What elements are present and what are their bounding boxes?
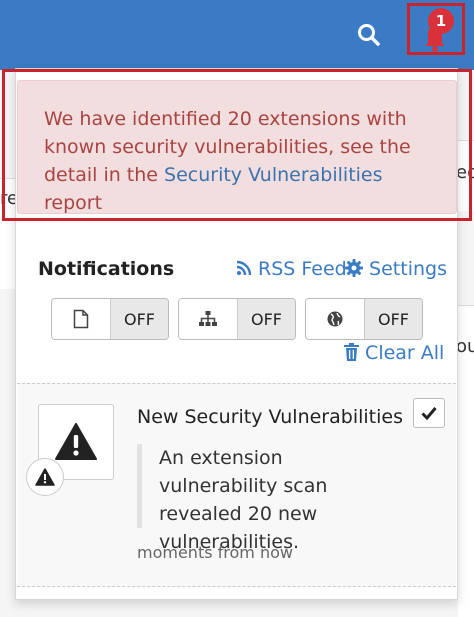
background-fragment-text: ou: [456, 336, 474, 357]
clear-all-label: Clear All: [365, 342, 445, 364]
notifications-bell-button[interactable]: 1: [407, 3, 465, 55]
toggle-file-notifications[interactable]: OFF: [51, 298, 169, 340]
trash-icon: [344, 343, 359, 361]
mark-read-button[interactable]: [413, 398, 445, 428]
toggle-state: OFF: [237, 299, 295, 339]
toggle-icon-area: [306, 299, 364, 339]
notifications-title: Notifications: [38, 258, 175, 280]
check-icon: [421, 407, 437, 420]
notification-timestamp: moments from now: [137, 543, 293, 562]
alert-highlight-outline: [2, 69, 472, 221]
file-icon: [73, 309, 89, 329]
toggle-icon-area: [179, 299, 237, 339]
globe-icon: [327, 311, 343, 327]
rss-feed-label: RSS Feed: [258, 258, 347, 280]
notification-count-badge: 1: [428, 8, 454, 34]
settings-label: Settings: [369, 258, 447, 280]
page: 1 ed re ou We have identified 20 extensi…: [0, 0, 474, 617]
toggle-globe-notifications[interactable]: OFF: [305, 298, 423, 340]
notification-type-badge: [26, 458, 64, 496]
sitemap-icon: [199, 311, 217, 326]
warning-icon: [35, 468, 55, 486]
search-icon: [358, 24, 380, 46]
settings-link[interactable]: Settings: [345, 258, 447, 280]
rss-icon: [236, 260, 252, 276]
gear-icon: [345, 259, 363, 277]
notification-heading: New Security Vulnerabilities: [137, 406, 403, 428]
notification-body: An extension vulnerability scan revealed…: [137, 444, 407, 553]
rss-feed-link[interactable]: RSS Feed: [236, 258, 347, 280]
search-button[interactable]: [356, 22, 382, 48]
toggle-sitemap-notifications[interactable]: OFF: [178, 298, 296, 340]
warning-icon: [55, 423, 97, 460]
toggle-state: OFF: [364, 299, 422, 339]
clear-all-button[interactable]: Clear All: [344, 342, 444, 364]
toggle-state: OFF: [110, 299, 168, 339]
toggle-icon-area: [52, 299, 110, 339]
top-navbar: 1: [0, 0, 474, 70]
